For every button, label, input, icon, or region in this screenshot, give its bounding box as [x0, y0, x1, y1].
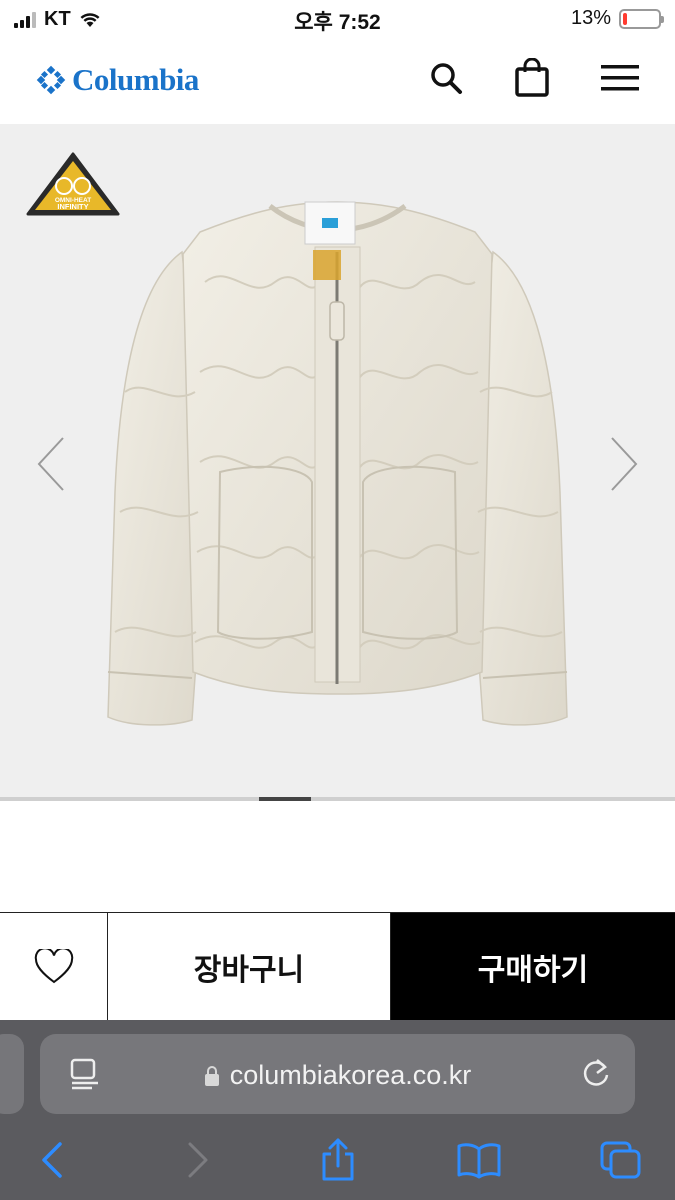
previous-image-arrow-icon[interactable]: [36, 436, 66, 492]
bookmarks-icon: [457, 1143, 501, 1179]
add-to-cart-button[interactable]: 장바구니: [108, 913, 391, 1020]
search-button[interactable]: [426, 58, 466, 98]
gallery-scroll-thumb: [259, 797, 311, 801]
share-button[interactable]: [314, 1136, 362, 1184]
share-icon: [322, 1138, 354, 1181]
url-text: columbiakorea.co.kr: [229, 1060, 472, 1090]
site-header: Columbia: [0, 38, 675, 124]
previous-tab-preview[interactable]: [0, 1034, 24, 1114]
lock-icon: [204, 1065, 219, 1086]
quilted-jacket-image: [107, 201, 568, 726]
search-icon: [431, 63, 462, 94]
forward-button[interactable]: [174, 1136, 222, 1184]
reload-icon[interactable]: [581, 1056, 611, 1090]
browser-toolbar: columbiakorea.co.kr: [0, 1020, 675, 1200]
columbia-diamond-icon: [36, 65, 66, 95]
badge-line-2: INFINITY: [57, 202, 88, 211]
tabs-icon: [600, 1141, 641, 1179]
tabs-button[interactable]: [597, 1136, 645, 1184]
wishlist-button[interactable]: [0, 913, 108, 1020]
next-image-arrow-icon[interactable]: [609, 436, 639, 492]
battery-icon: [619, 8, 664, 29]
back-icon: [42, 1142, 62, 1178]
product-image-gallery[interactable]: OMNI-HEAT INFINITY: [0, 124, 675, 798]
bookmarks-button[interactable]: [455, 1136, 503, 1184]
battery-percent: 13%: [570, 7, 611, 29]
forward-icon: [188, 1142, 208, 1178]
status-bar: KT 오후 7:52 13%: [0, 0, 675, 38]
columbia-logo[interactable]: Columbia: [36, 62, 199, 98]
menu-icon: [601, 65, 639, 91]
heart-icon: [34, 948, 73, 983]
cart-header-button[interactable]: [512, 58, 552, 98]
logo-text: Columbia: [72, 62, 199, 97]
menu-button[interactable]: [600, 58, 640, 98]
buy-now-button[interactable]: 구매하기: [391, 913, 675, 1020]
gallery-scroll-indicator: [0, 797, 675, 801]
back-button[interactable]: [28, 1136, 76, 1184]
purchase-action-bar: 장바구니 구매하기: [0, 912, 675, 1020]
shopping-bag-icon: [515, 58, 549, 97]
address-bar[interactable]: columbiakorea.co.kr: [40, 1034, 635, 1114]
